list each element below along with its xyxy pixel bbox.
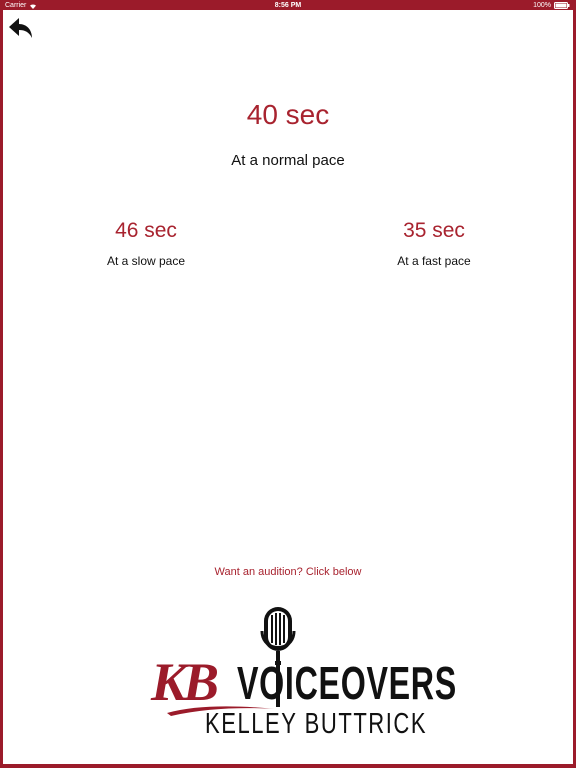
normal-pace-label: At a normal pace: [231, 152, 345, 169]
back-arrow-icon: [9, 18, 32, 38]
slow-pace-time: 46 sec: [115, 219, 177, 242]
logo-wordmark: VOICEOVERS: [237, 657, 457, 709]
fast-pace-time: 35 sec: [403, 219, 465, 242]
audition-link[interactable]: Want an audition? Click below: [0, 566, 576, 578]
slow-pace-block: 46 sec At a slow pace: [46, 219, 246, 268]
fast-pace-block: 35 sec At a fast pace: [334, 219, 534, 268]
battery-icon: [554, 2, 570, 9]
logo-name: KELLEY BUTTRICK: [205, 708, 428, 740]
slow-pace-label: At a slow pace: [106, 254, 186, 268]
kb-voiceovers-logo[interactable]: KB VOICEOVERS KELLEY BUTTRICK: [145, 603, 456, 745]
back-button[interactable]: [8, 17, 34, 39]
fast-pace-label: At a fast pace: [397, 254, 471, 268]
normal-pace-time: 40 sec: [246, 99, 330, 130]
